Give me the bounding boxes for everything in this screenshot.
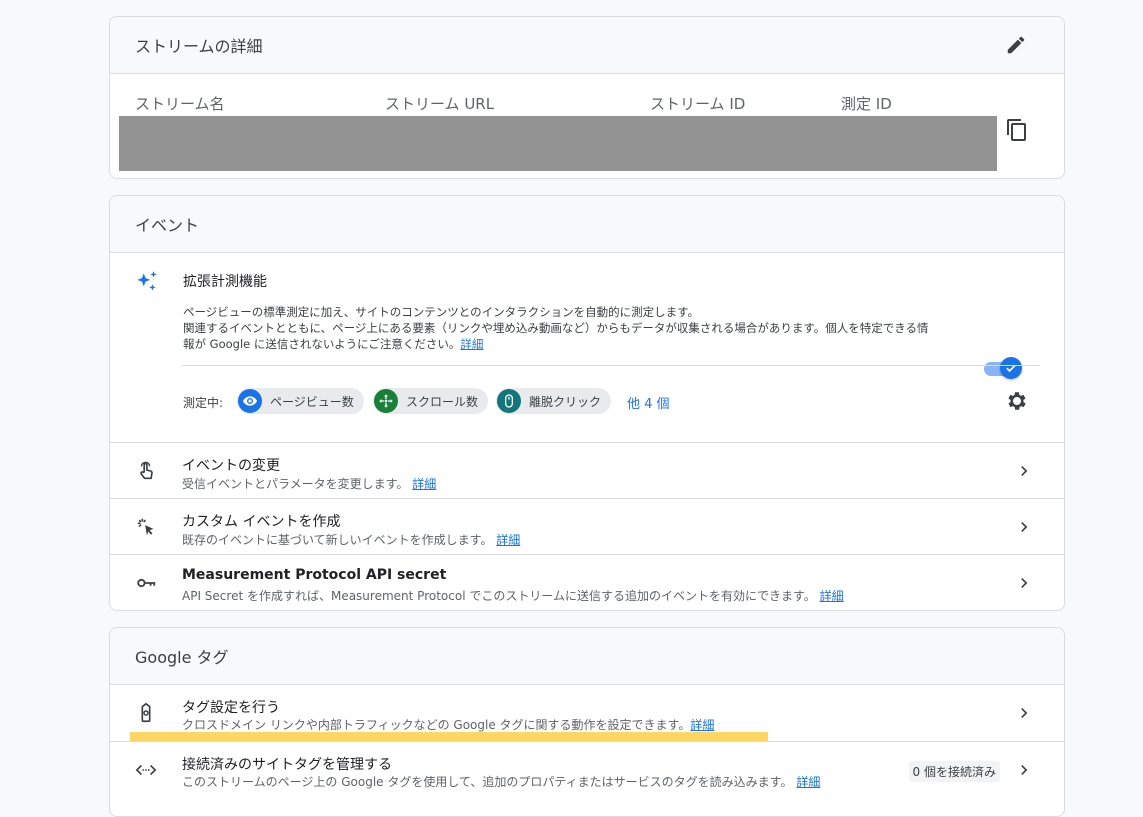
row-subtitle: 受信イベントとパラメータを変更します。 詳細 bbox=[182, 475, 436, 492]
redacted-stream-values bbox=[119, 116, 997, 171]
details-link[interactable]: 詳細 bbox=[820, 589, 844, 603]
tag-icon bbox=[134, 701, 158, 725]
row-subtitle: クロスドメイン リンクや内部トラフィックなどの Google タグに関する動作を… bbox=[182, 716, 714, 733]
measuring-label: 測定中: bbox=[183, 396, 224, 410]
stream-details-header: ストリームの詳細 bbox=[110, 17, 1064, 74]
chevron-right-icon bbox=[1014, 517, 1034, 537]
manage-site-tags-row[interactable]: 接続済みのサイトタグを管理する このストリームのページ上の Google タグを… bbox=[110, 741, 1064, 798]
stream-details-title: ストリームの詳細 bbox=[135, 37, 263, 56]
measurement-protocol-row[interactable]: Measurement Protocol API secret API Secr… bbox=[110, 554, 1064, 610]
chip-outbound-clicks[interactable]: 離脱クリック bbox=[496, 388, 612, 414]
row-subtitle: このストリームのページ上の Google タグを使用して、追加のプロパティまたは… bbox=[182, 773, 820, 790]
cursor-click-icon bbox=[134, 515, 158, 539]
google-tag-title: Google タグ bbox=[135, 648, 229, 667]
google-tag-header: Google タグ bbox=[110, 628, 1064, 685]
chevron-right-icon bbox=[1014, 573, 1034, 593]
row-title: イベントの変更 bbox=[182, 458, 280, 474]
row-subtitle: API Secret を作成すれば、Measurement Protocol で… bbox=[182, 587, 844, 604]
measuring-row: 測定中: ページビュー数 スクロール数 離脱クリック 他 4 個 bbox=[183, 388, 983, 414]
check-icon bbox=[1006, 364, 1016, 373]
mouse-icon bbox=[497, 389, 521, 413]
edit-icon[interactable] bbox=[1004, 33, 1028, 57]
chip-label: 離脱クリック bbox=[529, 394, 602, 409]
chevron-right-icon bbox=[1014, 703, 1034, 723]
details-link[interactable]: 詳細 bbox=[496, 533, 520, 547]
measurement-id-label: 測定 ID bbox=[841, 95, 892, 113]
description-line-3: 報が Google に送信されないようにご注意ください。詳細 bbox=[183, 336, 929, 352]
enhanced-details-link[interactable]: 詳細 bbox=[460, 337, 483, 351]
divider bbox=[182, 365, 1040, 366]
enhanced-measurement-section: 拡張計測機能 ページビューの標準測定に加え、サイトのコンテンツとのインタラクショ… bbox=[110, 253, 1064, 443]
description-line-3-text: 報が Google に送信されないようにご注意ください。 bbox=[183, 337, 461, 351]
description-line-2: 関連するイベントとともに、ページ上にある要素（リンクや埋め込み動画など）からもデ… bbox=[183, 321, 929, 335]
row-subtitle-text: 受信イベントとパラメータを変更します。 bbox=[182, 477, 409, 491]
row-subtitle-text: API Secret を作成すれば、Measurement Protocol で… bbox=[182, 589, 816, 603]
row-subtitle-text: 既存のイベントに基づいて新しいイベントを作成します。 bbox=[182, 533, 493, 547]
description-line-1: ページビューの標準測定に加え、サイトのコンテンツとのインタラクションを自動的に測… bbox=[183, 305, 699, 319]
more-events-link[interactable]: 他 4 個 bbox=[627, 393, 670, 412]
create-custom-event-row[interactable]: カスタム イベントを作成 既存のイベントに基づいて新しいイベントを作成します。 … bbox=[110, 498, 1064, 555]
chip-label: スクロール数 bbox=[406, 394, 479, 409]
connected-count-badge: 0 個を接続済み bbox=[908, 761, 1000, 782]
key-icon bbox=[134, 571, 158, 595]
stream-name-label: ストリーム名 bbox=[135, 95, 225, 113]
chip-label: ページビュー数 bbox=[270, 394, 354, 409]
eye-icon bbox=[238, 389, 262, 413]
chip-scrolls[interactable]: スクロール数 bbox=[373, 388, 489, 414]
row-title: カスタム イベントを作成 bbox=[182, 514, 341, 530]
events-header: イベント bbox=[110, 196, 1064, 253]
chevron-right-icon bbox=[1014, 760, 1034, 780]
modify-events-row[interactable]: イベントの変更 受信イベントとパラメータを変更します。 詳細 bbox=[110, 442, 1064, 499]
details-link[interactable]: 詳細 bbox=[796, 775, 820, 789]
stream-url-label: ストリーム URL bbox=[385, 95, 495, 113]
stream-id-label: ストリーム ID bbox=[650, 95, 746, 113]
sparkle-icon bbox=[134, 269, 160, 295]
enhanced-measurement-title: 拡張計測機能 bbox=[183, 274, 267, 290]
row-subtitle-text: このストリームのページ上の Google タグを使用して、追加のプロパティまたは… bbox=[182, 775, 793, 789]
code-icon bbox=[134, 758, 158, 782]
copy-icon[interactable] bbox=[1005, 118, 1029, 142]
row-title: タグ設定を行う bbox=[182, 700, 280, 716]
toggle-knob bbox=[1000, 357, 1022, 379]
highlight-marker bbox=[130, 732, 768, 741]
chip-pageviews[interactable]: ページビュー数 bbox=[237, 388, 364, 414]
google-tag-card: Google タグ タグ設定を行う クロスドメイン リンクや内部トラフィックなど… bbox=[109, 627, 1065, 817]
enhanced-measurement-toggle[interactable] bbox=[984, 357, 1022, 379]
details-link[interactable]: 詳細 bbox=[412, 477, 436, 491]
row-title: 接続済みのサイトタグを管理する bbox=[182, 757, 392, 773]
events-title: イベント bbox=[135, 216, 200, 235]
crosshair-arrows-icon bbox=[374, 389, 398, 413]
row-subtitle: 既存のイベントに基づいて新しいイベントを作成します。 詳細 bbox=[182, 531, 520, 548]
gear-icon[interactable] bbox=[1004, 388, 1030, 414]
row-subtitle-text: クロスドメイン リンクや内部トラフィックなどの Google タグに関する動作を… bbox=[182, 718, 691, 732]
touch-icon bbox=[134, 459, 158, 483]
row-title: Measurement Protocol API secret bbox=[182, 567, 447, 583]
enhanced-measurement-description: ページビューの標準測定に加え、サイトのコンテンツとのインタラクションを自動的に測… bbox=[183, 304, 929, 352]
stream-details-card: ストリームの詳細 ストリーム名 ストリーム URL ストリーム ID 測定 ID bbox=[109, 16, 1065, 179]
events-card: イベント 拡張計測機能 ページビューの標準測定に加え、サイトのコンテンツとのイン… bbox=[109, 195, 1065, 611]
chevron-right-icon bbox=[1014, 461, 1034, 481]
details-link[interactable]: 詳細 bbox=[690, 718, 714, 732]
